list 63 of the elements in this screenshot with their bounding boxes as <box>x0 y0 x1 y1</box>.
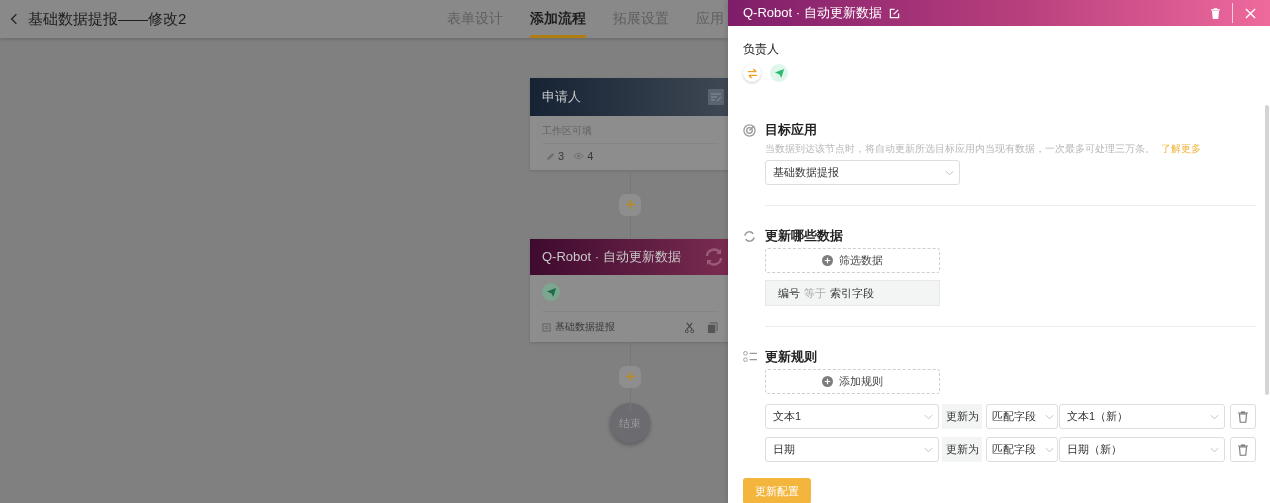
mode-select[interactable]: 匹配字段 <box>986 437 1058 462</box>
chevron-down-icon <box>1210 446 1219 453</box>
list-icon <box>743 351 758 362</box>
trash-icon[interactable] <box>1211 7 1220 19</box>
pencil-icon <box>546 151 555 161</box>
mode-select[interactable]: 匹配字段 <box>986 404 1058 429</box>
add-rule-button[interactable]: 添加规则 <box>765 369 940 394</box>
form-icon <box>708 89 724 105</box>
app-select[interactable]: 基础数据提报 <box>765 160 960 185</box>
back-icon[interactable] <box>10 13 18 25</box>
copy-icon[interactable] <box>707 321 718 333</box>
page-title: 基础数据提报——修改2 <box>28 9 187 29</box>
app-icon <box>542 322 551 332</box>
chevron-down-icon <box>1045 446 1054 453</box>
delete-button[interactable] <box>1230 437 1256 462</box>
chevron-down-icon <box>924 413 933 420</box>
send-icon <box>770 64 788 82</box>
node-title: Q-Robot · 自动更新数据 <box>542 248 681 266</box>
trash-icon <box>1238 443 1248 456</box>
add-node-button[interactable] <box>619 365 641 388</box>
trash-icon <box>1238 410 1248 423</box>
swap-icon <box>743 64 761 82</box>
plus-circle-icon <box>822 376 833 387</box>
tab[interactable]: 添加流程 <box>530 0 586 38</box>
condition-value: 索引字段 <box>830 285 874 301</box>
node-title: 申请人 <box>542 88 581 106</box>
target-icon <box>743 124 756 137</box>
plus-circle-icon <box>822 255 833 266</box>
scrollbar[interactable] <box>1265 105 1269 395</box>
filter-data-button[interactable]: 筛选数据 <box>765 248 940 273</box>
eye-icon <box>573 152 585 160</box>
field-select[interactable]: 日期 <box>765 437 939 462</box>
view-count: 4 <box>587 150 594 162</box>
owner-label: 负责人 <box>743 42 780 56</box>
rule-action: 更新为 <box>942 437 982 462</box>
chevron-down-icon <box>1045 413 1054 420</box>
node-app-name: 基础数据提报 <box>555 320 615 334</box>
plus-icon <box>624 199 636 210</box>
add-node-button[interactable] <box>619 193 641 216</box>
target-select[interactable]: 文本1（新） <box>1059 404 1225 429</box>
section-title: 更新哪些数据 <box>765 228 844 244</box>
rule-action: 更新为 <box>942 404 982 429</box>
condition-operator: 等于 <box>804 285 826 301</box>
chevron-down-icon <box>945 169 954 176</box>
chevron-down-icon <box>924 446 933 453</box>
send-icon <box>542 283 560 301</box>
close-icon[interactable] <box>1245 7 1256 19</box>
filter-condition[interactable]: 编号 等于 索引字段 <box>765 280 940 306</box>
refresh-icon <box>743 230 756 243</box>
condition-field: 编号 <box>778 285 800 301</box>
section-title: 目标应用 <box>765 122 818 138</box>
refresh-icon <box>704 247 724 267</box>
section-title: 更新规则 <box>765 349 818 365</box>
panel-title: Q-Robot · 自动更新数据 <box>743 4 882 22</box>
plus-icon <box>624 371 636 382</box>
edit-count: 3 <box>558 150 565 162</box>
node-card[interactable]: Q-Robot · 自动更新数据 基础数据提报 <box>530 239 728 342</box>
target-select[interactable]: 日期（新） <box>1059 437 1225 462</box>
delete-button[interactable] <box>1230 404 1256 429</box>
edit-icon[interactable] <box>888 7 900 19</box>
chevron-down-icon <box>1210 413 1219 420</box>
field-select[interactable]: 文本1 <box>765 404 939 429</box>
scissors-icon[interactable] <box>684 321 695 333</box>
